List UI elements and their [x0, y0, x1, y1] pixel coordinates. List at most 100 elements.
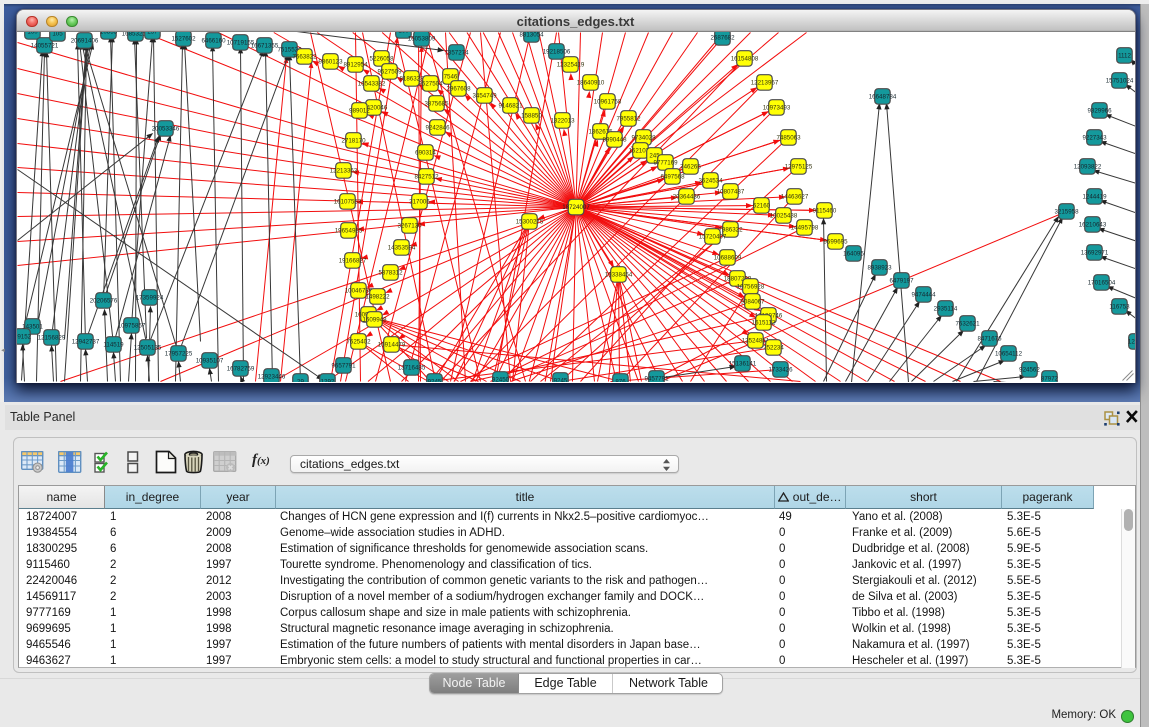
svg-text:17957225: 17957225	[164, 351, 192, 358]
svg-text:1322013: 1322013	[550, 118, 575, 125]
svg-text:7625402: 7625402	[346, 339, 371, 346]
svg-text:10654112: 10654112	[994, 351, 1022, 358]
svg-text:12505135: 12505135	[133, 345, 161, 352]
svg-text:9227343: 9227343	[1082, 135, 1107, 142]
svg-text:16107553: 16107553	[333, 199, 361, 206]
svg-text:158850: 158850	[521, 113, 542, 120]
svg-text:9657791: 9657791	[331, 363, 356, 370]
svg-text:16210643: 16210643	[1078, 222, 1106, 229]
svg-text:19338454: 19338454	[604, 272, 632, 279]
svg-text:6479197: 6479197	[889, 278, 914, 285]
svg-text:876: 876	[615, 379, 626, 383]
svg-text:3215958: 3215958	[1054, 209, 1079, 216]
svg-text:1292: 1292	[320, 379, 334, 383]
svg-text:12156829: 12156829	[37, 335, 65, 342]
svg-text:9329966: 9329966	[1087, 108, 1112, 115]
svg-text:1112: 1112	[1118, 53, 1131, 60]
svg-text:15136141: 15136141	[728, 361, 756, 368]
svg-text:257: 257	[147, 32, 158, 36]
svg-text:9527509: 9527509	[377, 69, 402, 76]
svg-text:9146821: 9146821	[498, 103, 523, 110]
svg-text:16648784: 16648784	[868, 94, 896, 101]
svg-text:1615112: 1615112	[751, 320, 775, 327]
svg-text:10975857: 10975857	[117, 323, 145, 330]
svg-text:18724007: 18724007	[562, 204, 590, 211]
svg-text:12213363: 12213363	[329, 168, 357, 175]
svg-text:164095: 164095	[843, 251, 864, 258]
svg-text:16154808: 16154808	[730, 56, 758, 63]
svg-text:18640910: 18640910	[576, 80, 604, 87]
svg-text:5226058: 5226058	[369, 56, 394, 63]
svg-text:12942737: 12942737	[71, 339, 99, 346]
svg-text:16782759: 16782759	[226, 366, 254, 373]
svg-text:87972: 87972	[1040, 376, 1058, 383]
svg-text:16053809: 16053809	[407, 36, 435, 43]
svg-text:9860123: 9860123	[318, 59, 343, 66]
svg-text:3624534: 3624534	[698, 178, 723, 185]
svg-text:8471676: 8471676	[977, 336, 1002, 343]
svg-text:20691406: 20691406	[70, 38, 98, 45]
svg-text:7955812: 7955812	[616, 116, 641, 123]
svg-text:7485063: 7485063	[776, 135, 801, 142]
svg-text:9084067: 9084067	[740, 299, 765, 306]
svg-text:17359924: 17359924	[135, 295, 163, 302]
svg-text:29: 29	[297, 379, 304, 383]
svg-text:92450: 92450	[491, 377, 509, 383]
svg-text:7986322: 7986322	[718, 227, 743, 234]
svg-text:924562: 924562	[1019, 367, 1040, 374]
svg-text:15751024: 15751024	[1105, 78, 1133, 85]
svg-text:9699695: 9699695	[823, 239, 848, 246]
svg-text:1244419: 1244419	[1082, 194, 1107, 201]
svg-text:9245: 9245	[553, 378, 567, 383]
svg-text:20206576: 20206576	[89, 298, 117, 305]
svg-text:7632621: 7632621	[955, 321, 980, 328]
svg-text:252234: 252234	[763, 345, 784, 352]
svg-text:2967608: 2967608	[446, 86, 471, 93]
svg-text:10688609: 10688609	[713, 255, 741, 262]
svg-text:7546: 7546	[443, 74, 457, 81]
svg-text:14495798: 14495798	[790, 225, 818, 232]
svg-text:2935114: 2935114	[933, 306, 957, 313]
svg-text:8990448: 8990448	[602, 137, 627, 144]
svg-text:8912954: 8912954	[343, 62, 368, 69]
svg-text:16914479: 16914479	[377, 342, 405, 349]
svg-text:8427512: 8427512	[414, 174, 439, 181]
svg-text:10961758: 10961758	[593, 99, 621, 106]
svg-text:14353594: 14353594	[387, 245, 415, 252]
svg-text:114519: 114519	[103, 342, 124, 349]
svg-text:10935107: 10935107	[195, 358, 223, 365]
svg-text:12975125: 12975125	[784, 164, 812, 171]
svg-text:9527504: 9527504	[418, 81, 443, 88]
svg-text:39152: 39152	[17, 334, 32, 341]
svg-text:10807487: 10807487	[716, 189, 744, 196]
svg-text:2718170: 2718170	[341, 138, 366, 145]
svg-text:19218506: 19218506	[542, 49, 570, 56]
svg-text:690314: 690314	[415, 150, 436, 157]
svg-text:5878312: 5878312	[378, 270, 403, 277]
svg-text:12325419: 12325419	[556, 62, 584, 69]
svg-text:1527602: 1527602	[171, 36, 196, 43]
svg-text:9474444: 9474444	[911, 292, 936, 299]
svg-text:10973493: 10973493	[762, 105, 790, 112]
svg-text:16543382: 16543382	[357, 81, 385, 88]
svg-text:12213967: 12213967	[750, 80, 778, 87]
svg-text:6497568: 6497568	[660, 174, 685, 181]
svg-text:10853: 10853	[99, 32, 117, 36]
svg-text:9734028: 9734028	[631, 135, 656, 142]
svg-text:7663822: 7663822	[292, 54, 317, 61]
svg-text:20364436: 20364436	[672, 194, 700, 201]
svg-text:6466160: 6466160	[201, 38, 226, 45]
svg-text:9115460: 9115460	[812, 208, 836, 215]
svg-text:3875685: 3875685	[424, 101, 449, 108]
svg-text:2687682: 2687682	[710, 35, 735, 42]
svg-text:62160: 62160	[752, 203, 770, 210]
svg-text:116753: 116753	[1109, 304, 1130, 311]
svg-text:14463627: 14463627	[780, 194, 808, 201]
svg-text:105: 105	[52, 32, 63, 38]
svg-text:1609948: 1609948	[362, 317, 387, 324]
svg-text:12010: 12010	[1127, 339, 1134, 346]
svg-text:14055721: 14055721	[30, 43, 58, 50]
svg-text:10756928: 10756928	[736, 284, 764, 291]
svg-text:8813054: 8813054	[519, 32, 544, 39]
svg-text:12093822: 12093822	[1073, 164, 1101, 171]
